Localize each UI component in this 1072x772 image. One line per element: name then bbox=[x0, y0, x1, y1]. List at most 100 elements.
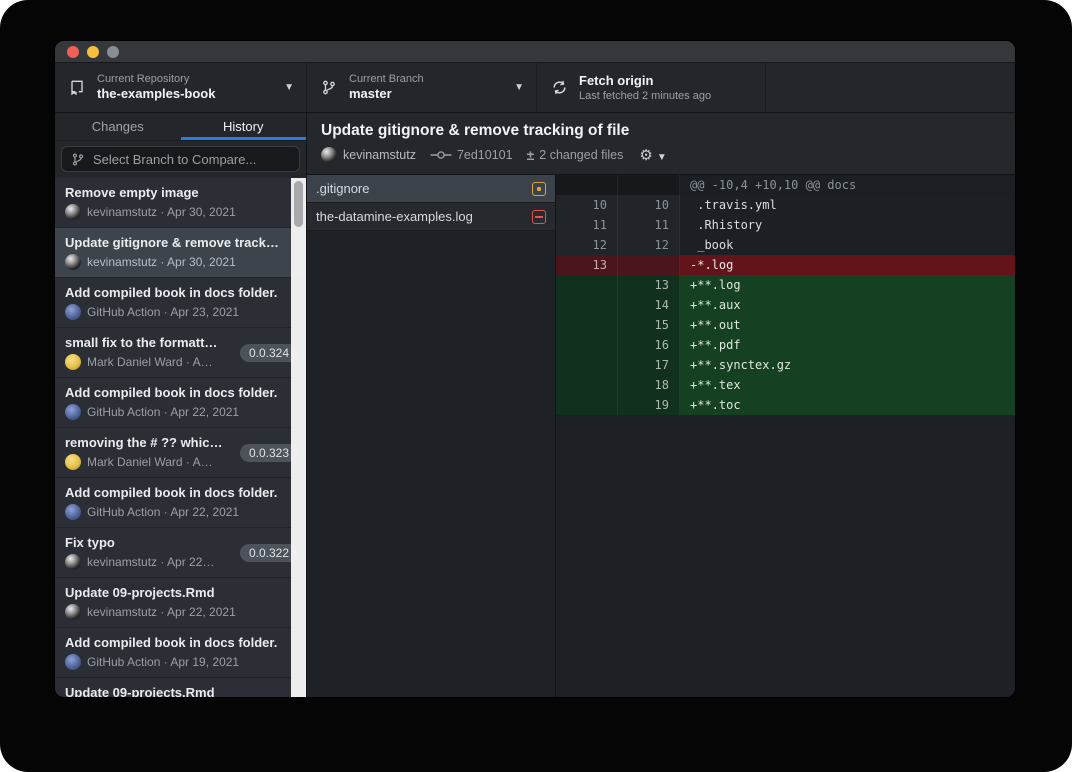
diff-new-line-number: 19 bbox=[618, 395, 680, 415]
commit-list-item[interactable]: Fix typo kevinamstutz · Apr 22… 0.0.322 bbox=[55, 528, 306, 578]
tab-history[interactable]: History bbox=[181, 113, 307, 140]
repository-label: Current Repository bbox=[97, 73, 278, 86]
sidebar-tabbar: Changes History bbox=[55, 113, 306, 141]
commit-list-item[interactable]: Add compiled book in docs folder. GitHub… bbox=[55, 278, 306, 328]
titlebar bbox=[55, 41, 1015, 63]
commit-title: Update 09-projects.Rmd bbox=[65, 585, 280, 600]
commit-list-item[interactable]: Update 09-projects.Rmd bbox=[55, 678, 306, 697]
branch-compare-input[interactable]: Select Branch to Compare... bbox=[61, 146, 300, 172]
diff-line-text: +**.out bbox=[680, 315, 1015, 335]
branch-icon bbox=[319, 79, 339, 96]
commit-list-item[interactable]: Remove empty image kevinamstutz · Apr 30… bbox=[55, 178, 306, 228]
commit-list-item[interactable]: Update 09-projects.Rmd kevinamstutz · Ap… bbox=[55, 578, 306, 628]
main-area: Changes History Select Branch to Compare… bbox=[55, 113, 1015, 697]
close-window-button[interactable] bbox=[67, 46, 79, 58]
diff-old-line-number: 13 bbox=[556, 255, 618, 275]
sha-value: 7ed10101 bbox=[457, 148, 513, 162]
changed-file-item[interactable]: the-datamine-examples.log bbox=[307, 203, 555, 231]
branch-icon bbox=[71, 152, 85, 167]
chevron-down-icon: ▼ bbox=[514, 82, 524, 93]
commit-meta-row: kevinamstutz · Apr 30, 2021 bbox=[65, 254, 280, 270]
diff-line-text: +**.toc bbox=[680, 395, 1015, 415]
sidebar: Changes History Select Branch to Compare… bbox=[55, 113, 307, 697]
repository-name: the-examples-book bbox=[97, 86, 278, 102]
diff-new-line-number: 11 bbox=[618, 215, 680, 235]
commit-meta-row: kevinamstutz · Apr 22, 2021 bbox=[65, 604, 280, 620]
commit-author-date: kevinamstutz · Apr 30, 2021 bbox=[87, 205, 236, 219]
commit-meta-row: GitHub Action · Apr 23, 2021 bbox=[65, 304, 280, 320]
diff-line-text: @@ -10,4 +10,10 @@ docs bbox=[680, 175, 1015, 195]
commit-author-date: Mark Daniel Ward · A… bbox=[87, 455, 213, 469]
diff-new-line-number: 17 bbox=[618, 355, 680, 375]
commit-author-date: GitHub Action · Apr 19, 2021 bbox=[87, 655, 239, 669]
commit-meta-row: GitHub Action · Apr 22, 2021 bbox=[65, 404, 280, 420]
commit-list-item[interactable]: Add compiled book in docs folder. GitHub… bbox=[55, 378, 306, 428]
diff-new-line-number: 12 bbox=[618, 235, 680, 255]
commit-title: Update 09-projects.Rmd bbox=[65, 685, 280, 697]
commit-author-date: GitHub Action · Apr 23, 2021 bbox=[87, 305, 239, 319]
diff-old-line-number: 10 bbox=[556, 195, 618, 215]
file-name: the-datamine-examples.log bbox=[316, 209, 532, 224]
diff-row: 14 +**.aux bbox=[556, 295, 1015, 315]
repository-text: Current Repository the-examples-book bbox=[97, 73, 278, 102]
commit-list: Remove empty image kevinamstutz · Apr 30… bbox=[55, 178, 306, 697]
sync-icon bbox=[549, 79, 569, 96]
diff-old-line-number bbox=[556, 395, 618, 415]
diff-line-text: +**.synctex.gz bbox=[680, 355, 1015, 375]
commit-author-date: GitHub Action · Apr 22, 2021 bbox=[87, 405, 239, 419]
commit-author-avatar bbox=[65, 354, 81, 370]
diff-old-line-number bbox=[556, 355, 618, 375]
diff-row: 17 +**.synctex.gz bbox=[556, 355, 1015, 375]
changed-file-list: .gitignore the-datamine-examples.log bbox=[307, 175, 556, 697]
diff-new-line-number: 15 bbox=[618, 315, 680, 335]
fetch-label: Fetch origin bbox=[579, 73, 753, 89]
scrollbar-thumb[interactable] bbox=[294, 181, 303, 227]
diff-row: 19 +**.toc bbox=[556, 395, 1015, 415]
commit-sha[interactable]: 7ed10101 bbox=[430, 148, 513, 162]
diff-new-line-number: 10 bbox=[618, 195, 680, 215]
minimize-window-button[interactable] bbox=[87, 46, 99, 58]
zoom-window-button[interactable] bbox=[107, 46, 119, 58]
commit-meta-row: kevinamstutz · Apr 30, 2021 bbox=[65, 204, 280, 220]
commit-title: Add compiled book in docs folder. bbox=[65, 385, 280, 400]
commit-author-date: kevinamstutz · Apr 30, 2021 bbox=[87, 255, 236, 269]
commit-author-avatar bbox=[65, 654, 81, 670]
commit-author-avatar bbox=[65, 504, 81, 520]
github-desktop-window: Current Repository the-examples-book ▼ C… bbox=[54, 40, 1016, 698]
commit-author-avatar bbox=[65, 604, 81, 620]
diff-stats-icon: ± bbox=[527, 147, 535, 163]
diff-row: 15 +**.out bbox=[556, 315, 1015, 335]
changed-file-item[interactable]: .gitignore bbox=[307, 175, 555, 203]
commit-list-item[interactable]: Update gitignore & remove tracki… kevina… bbox=[55, 228, 306, 278]
commit-list-item[interactable]: Add compiled book in docs folder. GitHub… bbox=[55, 478, 306, 528]
tab-changes[interactable]: Changes bbox=[55, 113, 181, 140]
diff-options-button[interactable]: ⚙▼ bbox=[639, 146, 666, 164]
changed-files-summary: ± 2 changed files bbox=[527, 147, 624, 163]
commit-title: Add compiled book in docs folder. bbox=[65, 485, 280, 500]
diff-line-text: +**.pdf bbox=[680, 335, 1015, 355]
commit-list-item[interactable]: small fix to the formatt… Mark Daniel Wa… bbox=[55, 328, 306, 378]
commit-detail-panel: Update gitignore & remove tracking of fi… bbox=[307, 113, 1015, 697]
commit-author-avatar bbox=[65, 554, 81, 570]
chevron-down-icon: ▼ bbox=[284, 82, 294, 93]
diff-line-text: _book bbox=[680, 235, 1015, 255]
diff-new-line-number: 14 bbox=[618, 295, 680, 315]
branch-label: Current Branch bbox=[349, 73, 508, 86]
diff-row: 13 -*.log bbox=[556, 255, 1015, 275]
commit-author-avatar bbox=[65, 254, 81, 270]
file-status-icon bbox=[532, 210, 546, 224]
commit-author-date: GitHub Action · Apr 22, 2021 bbox=[87, 505, 239, 519]
commit-list-item[interactable]: Add compiled book in docs folder. GitHub… bbox=[55, 628, 306, 678]
diff-row: @@ -10,4 +10,10 @@ docs bbox=[556, 175, 1015, 195]
commit-author-avatar bbox=[65, 204, 81, 220]
toolbar: Current Repository the-examples-book ▼ C… bbox=[55, 63, 1015, 113]
current-repository-dropdown[interactable]: Current Repository the-examples-book ▼ bbox=[55, 63, 307, 112]
fetch-origin-button[interactable]: Fetch origin Last fetched 2 minutes ago bbox=[537, 63, 766, 112]
diff-old-line-number bbox=[556, 275, 618, 295]
current-branch-dropdown[interactable]: Current Branch master ▼ bbox=[307, 63, 537, 112]
commit-header: Update gitignore & remove tracking of fi… bbox=[307, 113, 1015, 175]
compare-row: Select Branch to Compare... bbox=[55, 141, 306, 178]
toolbar-spacer bbox=[766, 63, 1015, 112]
commit-list-item[interactable]: removing the # ?? whic… Mark Daniel Ward… bbox=[55, 428, 306, 478]
diff-new-line-number bbox=[618, 175, 680, 195]
